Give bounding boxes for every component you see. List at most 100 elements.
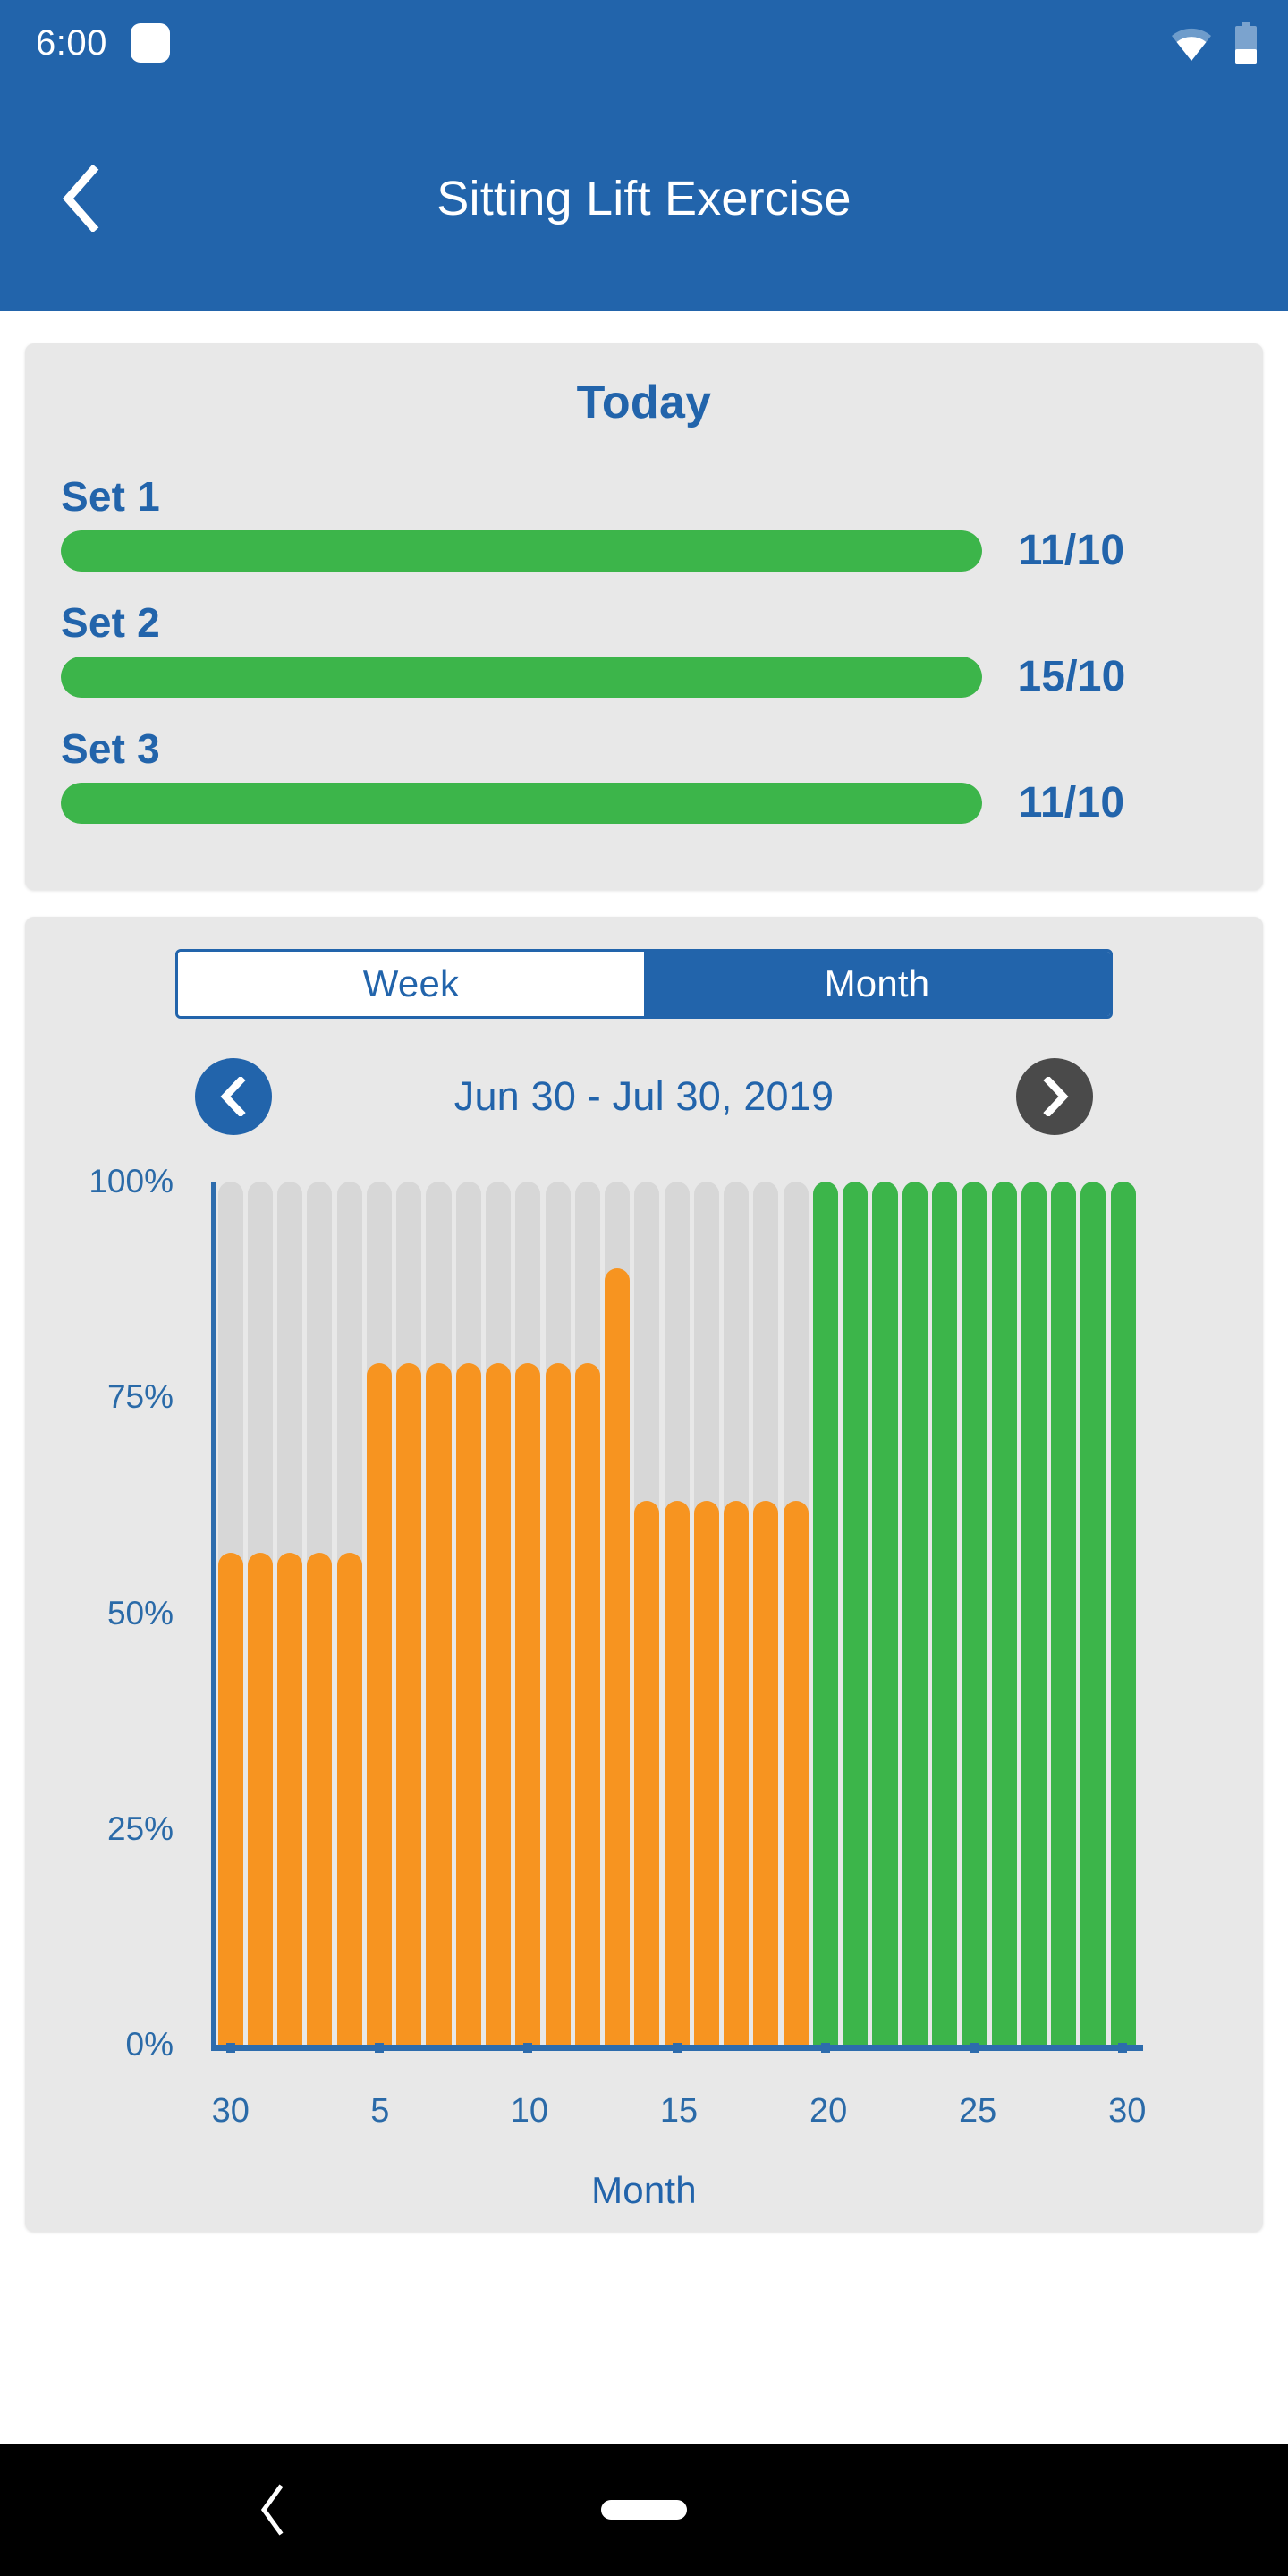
bar-fill [783, 1501, 809, 2045]
x-axis-labels: 30 5 10 15 20 25 30 [211, 2092, 1147, 2146]
bar-fill [1110, 1182, 1136, 2045]
bar-slot[interactable] [275, 1182, 305, 2045]
bar-slot[interactable] [1108, 1182, 1138, 2045]
set-label: Set 1 [61, 473, 160, 520]
chevron-left-icon[interactable] [195, 1058, 272, 1135]
bar-slot[interactable] [513, 1182, 543, 2045]
period-toggle-wrap: Week Month [25, 949, 1263, 1019]
bar-fill [902, 1182, 928, 2045]
set-progress-fill [61, 782, 982, 824]
bar-slot[interactable] [335, 1182, 364, 2045]
bar-fill [396, 1362, 422, 2045]
bar-slot[interactable] [483, 1182, 513, 2045]
bar-series [216, 1182, 1138, 2045]
set-progress-row: 15/10 [61, 652, 1227, 701]
set-progress-track [61, 656, 982, 698]
set-progress-track [61, 530, 982, 572]
set-value: 15/10 [1017, 653, 1126, 700]
bar-slot[interactable] [989, 1182, 1019, 2045]
bar-slot[interactable] [929, 1182, 959, 2045]
bar-slot[interactable] [453, 1182, 483, 2045]
x-axis-tick-mark [523, 2043, 533, 2053]
x-axis-tick-label: 5 [370, 2092, 390, 2130]
chevron-right-icon[interactable] [1016, 1058, 1093, 1135]
bar-fill [634, 1501, 660, 2045]
x-axis-tick-label: 10 [510, 2092, 549, 2130]
bar-slot[interactable] [870, 1182, 900, 2045]
bar-fill [545, 1362, 571, 2045]
bar-fill [247, 1552, 273, 2045]
set-entry: Set 2 15/10 [61, 598, 1227, 701]
tab-week[interactable]: Week [178, 952, 644, 1016]
set-entry: Set 3 11/10 [61, 724, 1227, 827]
today-card: Today Set 1 11/10 Set 2 15/10 Set 3 11/1… [25, 343, 1263, 890]
status-bar-clock: 6:00 [36, 22, 107, 63]
bar-fill [962, 1182, 987, 2045]
x-axis-tick-label: 30 [211, 2092, 250, 2130]
bar-slot[interactable] [424, 1182, 453, 2045]
bar-slot[interactable] [810, 1182, 840, 2045]
date-navigation: Jun 30 - Jul 30, 2019 [25, 1058, 1263, 1135]
bar-fill [217, 1552, 243, 2045]
bar-chart: 100% 75% 50% 25% 0% 30 5 10 15 20 25 30 [25, 1163, 1263, 2130]
bar-fill [605, 1267, 631, 2045]
bar-slot[interactable] [781, 1182, 810, 2045]
bar-fill [843, 1182, 869, 2045]
bar-fill [724, 1501, 750, 2045]
bar-slot[interactable] [602, 1182, 631, 2045]
bar-slot[interactable] [305, 1182, 335, 2045]
bar-slot[interactable] [216, 1182, 245, 2045]
nav-back-chevron-icon[interactable] [247, 2482, 297, 2538]
system-navigation-bar [0, 2444, 1288, 2576]
x-axis-title: Month [591, 2169, 697, 2211]
bar-slot[interactable] [841, 1182, 870, 2045]
set-progress-row: 11/10 [61, 778, 1227, 827]
bar-slot[interactable] [394, 1182, 424, 2045]
bar-slot[interactable] [1079, 1182, 1108, 2045]
bar-fill [693, 1501, 719, 2045]
bar-slot[interactable] [572, 1182, 602, 2045]
tab-month[interactable]: Month [644, 952, 1110, 1016]
today-card-title: Today [576, 377, 712, 428]
bar-fill [426, 1362, 452, 2045]
wifi-icon [1170, 25, 1213, 61]
bar-slot[interactable] [900, 1182, 929, 2045]
x-axis-tick-mark [970, 2043, 979, 2053]
y-axis-tick-label: 100% [89, 1163, 174, 1199]
x-axis-tick-label: 30 [1108, 2092, 1147, 2130]
set-label: Set 3 [61, 725, 160, 772]
x-axis-tick-label: 15 [659, 2092, 699, 2130]
x-axis-tick-mark [374, 2043, 384, 2053]
page-title: Sitting Lift Exercise [436, 172, 852, 225]
bar-fill [336, 1552, 362, 2045]
y-axis-labels: 100% 75% 50% 25% 0% [25, 1163, 191, 2083]
bar-fill [485, 1362, 512, 2045]
bar-slot[interactable] [751, 1182, 781, 2045]
bar-slot[interactable] [632, 1182, 662, 2045]
bar-fill [574, 1362, 600, 2045]
status-bar-right [1170, 22, 1258, 64]
x-axis-tick-mark [1118, 2043, 1128, 2053]
bar-slot[interactable] [960, 1182, 989, 2045]
bar-fill [664, 1501, 690, 2045]
y-axis-tick-label: 75% [106, 1378, 174, 1416]
set-progress-row: 11/10 [61, 526, 1227, 575]
set-entry: Set 1 11/10 [61, 472, 1227, 575]
back-chevron-icon[interactable] [54, 165, 111, 232]
bar-slot[interactable] [245, 1182, 275, 2045]
bar-slot[interactable] [722, 1182, 751, 2045]
bar-fill [277, 1552, 303, 2045]
status-bar: 6:00 [0, 0, 1288, 86]
bar-slot[interactable] [662, 1182, 691, 2045]
chart-card: Week Month Jun 30 - Jul 30, 2019 100% 75%… [25, 917, 1263, 2232]
bar-slot[interactable] [543, 1182, 572, 2045]
nav-home-pill-icon[interactable] [601, 2500, 687, 2520]
x-axis-tick-mark [820, 2043, 830, 2053]
x-axis-tick-label: 25 [959, 2092, 997, 2130]
bar-slot[interactable] [364, 1182, 394, 2045]
bar-fill [931, 1182, 958, 2045]
bar-slot[interactable] [691, 1182, 721, 2045]
bar-slot[interactable] [1019, 1182, 1048, 2045]
battery-low-icon [1234, 22, 1258, 64]
bar-slot[interactable] [1048, 1182, 1078, 2045]
